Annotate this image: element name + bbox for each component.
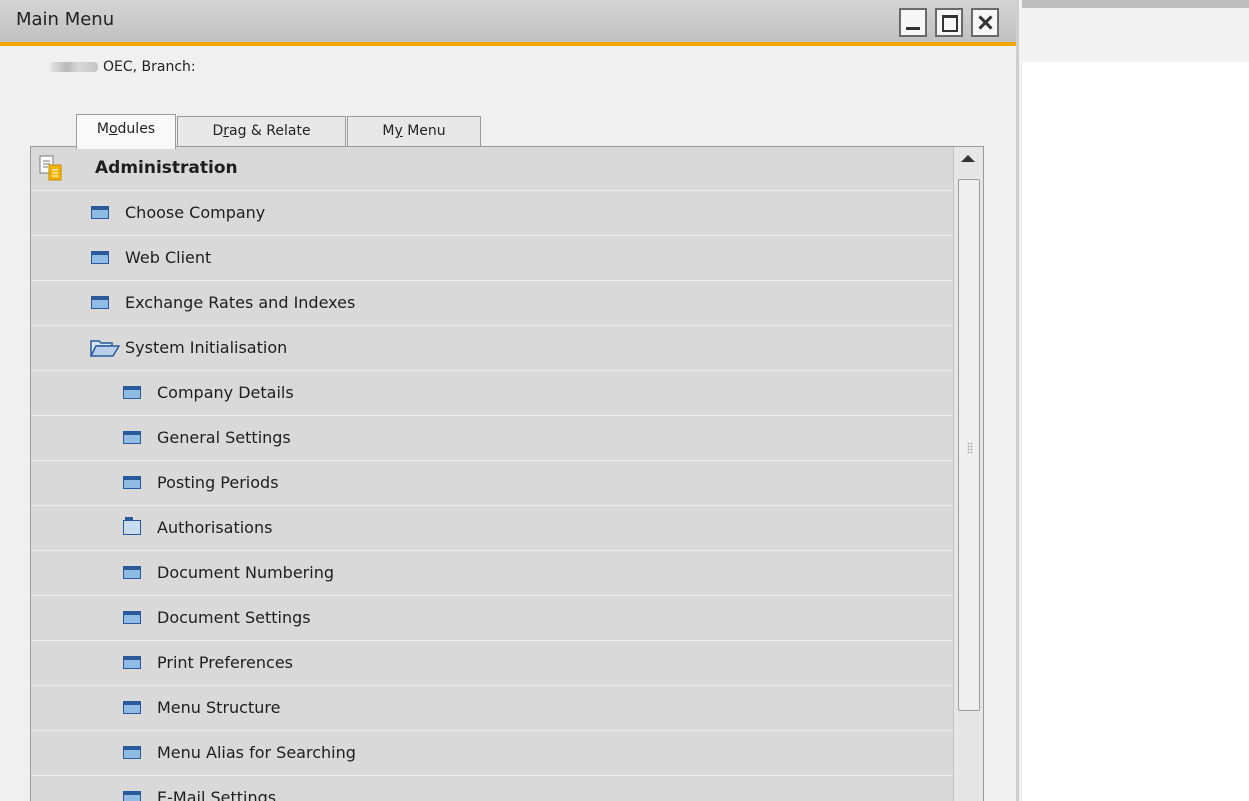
module-label: Administration: [95, 158, 238, 178]
menu-item-menu-alias[interactable]: Menu Alias for Searching: [31, 732, 953, 776]
tab-mymenu-label-a: M: [382, 123, 395, 139]
menu-item-label: Print Preferences: [157, 653, 293, 672]
menu-item-general-settings[interactable]: General Settings: [31, 417, 953, 461]
main-menu-window: Main Menu OEC, Branch: Modules Drag & Re…: [0, 0, 1019, 801]
modules-icon: [39, 155, 62, 181]
menu-item-label: Posting Periods: [157, 473, 279, 492]
tab-modules-label-a: M: [96, 121, 109, 137]
menu-item-label: Web Client: [125, 248, 212, 267]
menu-item-print-preferences[interactable]: Print Preferences: [31, 642, 953, 686]
minimize-button[interactable]: [899, 8, 927, 37]
menu-item-label: Menu Alias for Searching: [157, 743, 356, 762]
grip-icon: [967, 442, 973, 454]
menu-item-document-numbering[interactable]: Document Numbering: [31, 552, 953, 596]
menu-panel: Administration Choose Company Web Client…: [30, 146, 984, 801]
menu-item-label: Authorisations: [157, 518, 273, 537]
window-icon: [123, 656, 141, 669]
menu-item-label: Menu Structure: [157, 698, 281, 717]
tab-modules[interactable]: Modules: [76, 114, 176, 149]
menu-item-label: Document Settings: [157, 608, 311, 627]
menu-item-label: E-Mail Settings: [157, 788, 277, 801]
menu-item-authorisations[interactable]: Authorisations: [31, 507, 953, 551]
window-icon: [123, 791, 141, 801]
tab-my-menu[interactable]: My Menu: [347, 116, 481, 147]
menu-item-company-details[interactable]: Company Details: [31, 372, 953, 416]
tab-modules-label-b: o: [108, 121, 118, 137]
scroll-up-arrow-icon[interactable]: [961, 155, 975, 162]
background-window: [1022, 0, 1249, 801]
menu-item-document-settings[interactable]: Document Settings: [31, 597, 953, 641]
menu-item-web-client[interactable]: Web Client: [31, 237, 953, 281]
background-band: [1022, 8, 1249, 62]
window-icon: [91, 206, 109, 219]
tab-mymenu-label-c: Menu: [402, 123, 446, 139]
tab-modules-label-c: dules: [117, 121, 156, 137]
redacted-company-name: [50, 62, 98, 72]
folder-icon: [123, 517, 141, 535]
tab-drag-label-c: ag & Relate: [228, 123, 311, 139]
window-title: Main Menu: [16, 9, 115, 30]
window-icon: [123, 566, 141, 579]
maximize-button[interactable]: [935, 8, 963, 37]
company-info: OEC, Branch:: [50, 59, 196, 75]
menu-item-label: Company Details: [157, 383, 294, 402]
window-icon: [91, 251, 109, 264]
menu-item-choose-company[interactable]: Choose Company: [31, 192, 953, 236]
window-icon: [123, 701, 141, 714]
window-icon: [123, 386, 141, 399]
window-icon: [123, 746, 141, 759]
menu-item-label: Document Numbering: [157, 563, 334, 582]
window-icon: [123, 431, 141, 444]
menu-item-system-initialisation[interactable]: System Initialisation: [31, 327, 953, 371]
menu-item-email-settings[interactable]: E-Mail Settings: [31, 777, 953, 801]
company-branch-text: OEC, Branch:: [103, 59, 196, 75]
menu-item-label: General Settings: [157, 428, 291, 447]
menu-item-label: Exchange Rates and Indexes: [125, 293, 356, 312]
window-icon: [123, 611, 141, 624]
menu-item-label: Choose Company: [125, 203, 266, 222]
open-folder-icon: [90, 340, 120, 357]
menu-item-exchange-rates[interactable]: Exchange Rates and Indexes: [31, 282, 953, 326]
background-titlebar: [1022, 0, 1249, 8]
menu-item-posting-periods[interactable]: Posting Periods: [31, 462, 953, 506]
vertical-scrollbar[interactable]: [953, 147, 983, 801]
tab-drag-relate[interactable]: Drag & Relate: [177, 116, 346, 147]
menu-item-label: System Initialisation: [125, 338, 288, 357]
menu-item-menu-structure[interactable]: Menu Structure: [31, 687, 953, 731]
titlebar[interactable]: Main Menu: [0, 0, 1016, 46]
window-icon: [123, 476, 141, 489]
tab-mymenu-label-b: y: [394, 123, 403, 139]
close-button[interactable]: [971, 8, 999, 37]
window-icon: [91, 296, 109, 309]
module-administration[interactable]: Administration: [31, 147, 953, 191]
scrollbar-thumb[interactable]: [958, 179, 980, 711]
tab-drag-label-a: D: [212, 123, 224, 139]
